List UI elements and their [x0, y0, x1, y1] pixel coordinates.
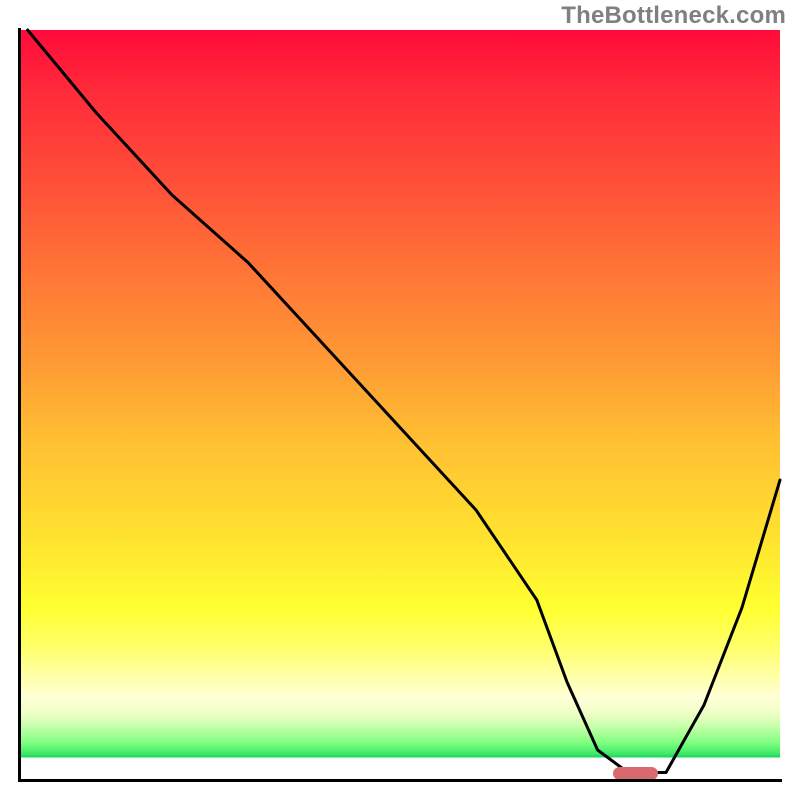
plot-background-gradient: [20, 30, 780, 780]
chart-canvas: TheBottleneck.com: [0, 0, 800, 800]
watermark-text: TheBottleneck.com: [561, 2, 786, 30]
axis-x: [18, 779, 782, 782]
axis-y: [18, 28, 21, 782]
optimal-range-marker: [613, 767, 659, 780]
